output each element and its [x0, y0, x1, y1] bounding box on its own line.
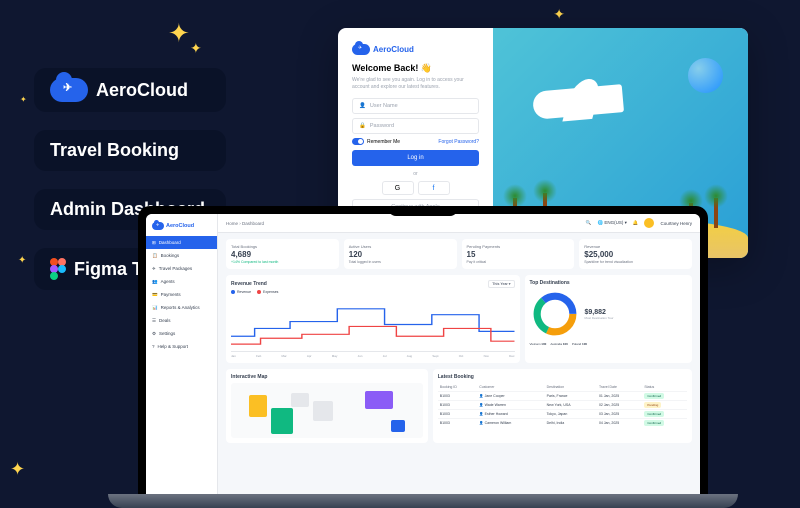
- table-row[interactable]: B1003👤 Wade WarrenNew York, USA02 Jan, 2…: [438, 401, 687, 410]
- stat-card: Revenue$25,000Sparkline for trend visual…: [579, 239, 692, 269]
- avatar[interactable]: [644, 218, 654, 228]
- login-sub: We're glad to see you again. Log in to a…: [352, 77, 479, 90]
- table-row[interactable]: B1003👤 Esther HowardTokyo, Japan03 Jan, …: [438, 410, 687, 419]
- user-name: Courtney Henry: [660, 221, 692, 226]
- breadcrumb: Home › Dashboard: [226, 221, 264, 226]
- username-field[interactable]: 👤 User Name: [352, 98, 479, 114]
- topbar: Home › Dashboard 🔍 🌐 ENG(US) ▾ 🔔 Courtne…: [218, 214, 700, 233]
- sidebar: AeroCloud ⊞Dashboard📋Bookings✈Travel Pac…: [146, 214, 218, 494]
- badge-travel: Travel Booking: [34, 130, 226, 171]
- table-row[interactable]: B1003👤 Jane CooperParis, France01 Jan, 2…: [438, 392, 687, 401]
- donut-chart: [530, 289, 580, 339]
- brand-logo-badge: AeroCloud: [34, 68, 226, 112]
- destinations-card: Top Destinations $9,882 Most Destination: [525, 275, 693, 363]
- login-button[interactable]: Log in: [352, 150, 479, 166]
- lang-selector[interactable]: 🌐 ENG(US) ▾: [598, 220, 627, 226]
- sidebar-item-dashboard[interactable]: ⊞Dashboard: [146, 236, 217, 249]
- forgot-password-link[interactable]: Forgot Password?: [438, 139, 479, 145]
- sidebar-logo: AeroCloud: [146, 219, 217, 236]
- social-facebook[interactable]: f: [418, 181, 450, 195]
- sidebar-item-deals[interactable]: ☰Deals: [146, 314, 217, 327]
- dest-title: Top Destinations: [530, 280, 688, 286]
- remember-toggle[interactable]: Remember Me: [352, 138, 400, 145]
- login-heading: Welcome Back! 👋: [352, 63, 479, 74]
- cloud-plane-icon: [50, 78, 88, 102]
- social-google[interactable]: G: [382, 181, 414, 195]
- table-title: Latest Booking: [438, 374, 687, 380]
- donut-value: $9,882: [585, 309, 614, 316]
- world-map[interactable]: [231, 383, 423, 438]
- bookings-table-card: Latest Booking Booking IDCustomerDestina…: [433, 369, 692, 443]
- sidebar-item-help-support[interactable]: ?Help & Support: [146, 340, 217, 352]
- sparkle-icon: ✦: [190, 40, 202, 57]
- legend-item: Vietnam 100: [530, 342, 547, 346]
- brand-name: AeroCloud: [96, 80, 188, 101]
- sparkle-icon: ✦: [168, 18, 190, 49]
- sparkle-icon: ✦: [18, 255, 26, 266]
- chart-filter[interactable]: This Year ▾: [488, 280, 514, 288]
- sidebar-item-settings[interactable]: ⚙Settings: [146, 327, 217, 340]
- sidebar-item-reports-analytics[interactable]: 📊Reports & Analytics: [146, 301, 217, 314]
- notification-icon[interactable]: 🔔: [633, 220, 639, 226]
- sidebar-item-travel-packages[interactable]: ✈Travel Packages: [146, 262, 217, 275]
- stat-card: Pending Payments15Pay it critical: [462, 239, 575, 269]
- divider-or: or: [352, 171, 479, 177]
- chart-title: Revenue Trend: [231, 281, 267, 287]
- legend-item: Poland 100: [572, 342, 587, 346]
- stat-card: Active Users120Total logged in users: [344, 239, 457, 269]
- donut-sub: Most Destination Tour: [585, 316, 614, 320]
- login-logo: AeroCloud: [352, 44, 479, 55]
- map-title: Interactive Map: [231, 374, 423, 380]
- password-field[interactable]: 🔒 Password: [352, 118, 479, 134]
- stat-card: Total Bookings4,689+14% Compared to last…: [226, 239, 339, 269]
- revenue-chart-card: Revenue TrendThis Year ▾ Revenue Expense…: [226, 275, 520, 363]
- figma-icon: [50, 258, 66, 280]
- sidebar-item-agents[interactable]: 👥Agents: [146, 275, 217, 288]
- search-icon[interactable]: 🔍: [586, 220, 592, 226]
- map-card: Interactive Map: [226, 369, 428, 443]
- sidebar-item-bookings[interactable]: 📋Bookings: [146, 249, 217, 262]
- sparkle-icon: ✦: [10, 459, 25, 480]
- sidebar-item-payments[interactable]: 💳Payments: [146, 288, 217, 301]
- sparkle-icon: ✦: [20, 95, 27, 104]
- line-chart: [231, 297, 515, 352]
- laptop-mockup: AeroCloud ⊞Dashboard📋Bookings✈Travel Pac…: [108, 206, 738, 508]
- sparkle-icon: ✦: [553, 6, 565, 23]
- bookings-table: Booking IDCustomerDestinationTravel Date…: [438, 383, 687, 427]
- legend-item: Australia 100: [550, 342, 568, 346]
- table-row[interactable]: B1003👤 Cameron WilliamDelhi, India04 Jan…: [438, 419, 687, 428]
